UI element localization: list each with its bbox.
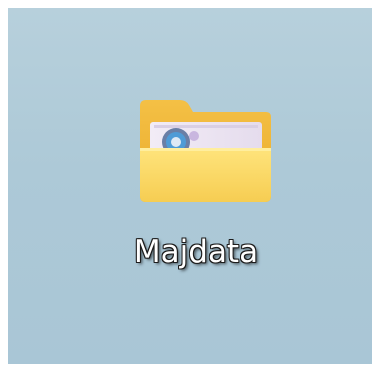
desktop-folder-majdata[interactable]: Majdata (108, 80, 284, 290)
folder-label: Majdata (133, 234, 259, 270)
desktop-background: Majdata (8, 8, 372, 364)
folder-icon (140, 100, 271, 202)
